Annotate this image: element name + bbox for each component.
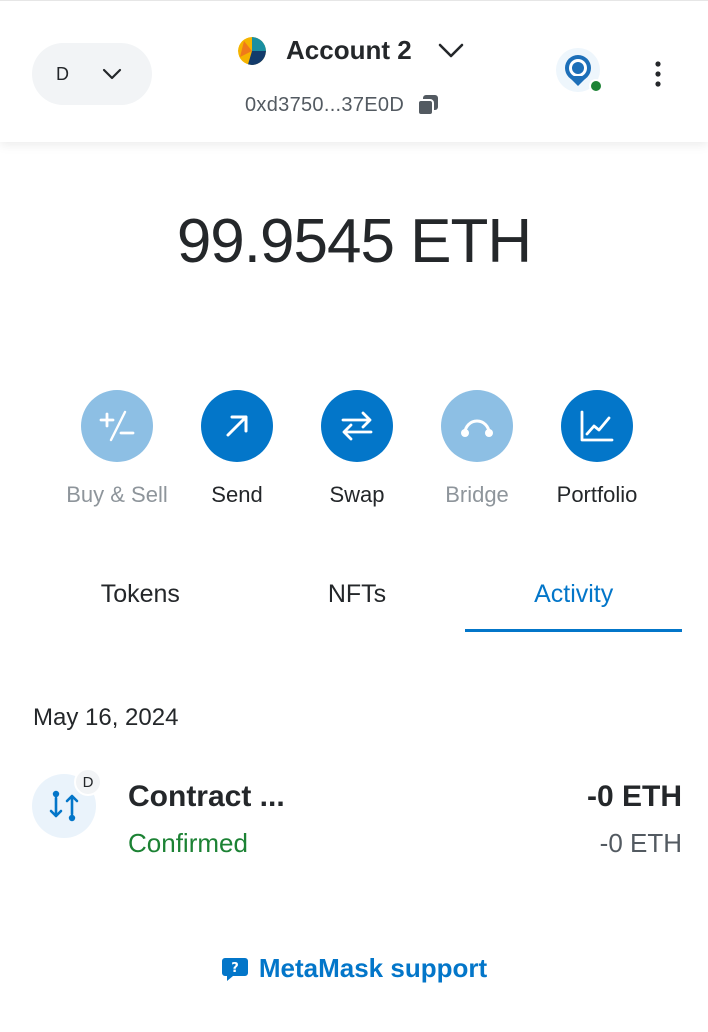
tab-activity[interactable]: Activity	[465, 570, 683, 632]
account-address: 0xd3750...37E0D	[245, 93, 405, 116]
activity-date-header: May 16, 2024	[33, 704, 179, 731]
send-circle	[201, 390, 273, 462]
plus-minus-icon	[99, 410, 135, 442]
bridge-icon	[461, 419, 493, 437]
tab-tokens[interactable]: Tokens	[32, 570, 249, 632]
chevron-down-icon	[102, 68, 122, 80]
buy-sell-circle	[81, 390, 153, 462]
swap-label: Swap	[329, 482, 385, 507]
connected-site-button[interactable]	[554, 48, 604, 98]
metamask-support-link[interactable]: ? MetaMask support	[0, 953, 708, 984]
svg-text:?: ?	[231, 961, 239, 976]
account-picker[interactable]: Account 2	[238, 35, 464, 66]
copy-icon	[417, 95, 439, 116]
portfolio-button[interactable]: Portfolio	[537, 390, 657, 508]
transaction-status: Confirmed	[128, 828, 248, 858]
transaction-title: Contract ...	[128, 780, 285, 813]
balance-display: 99.9545 ETH	[0, 206, 708, 277]
account-name: Account 2	[286, 35, 412, 65]
asset-tabs: Tokens NFTs Activity	[32, 570, 683, 632]
connected-site-icon	[556, 48, 603, 93]
chevron-down-icon	[438, 43, 463, 57]
portfolio-circle	[561, 390, 633, 462]
bridge-circle	[441, 390, 513, 462]
balance-unit: ETH	[410, 207, 532, 276]
app-header: D Account 2 0xd3750...37E0D	[0, 0, 708, 142]
transaction-row[interactable]: D Contract ... Confirmed -0 ETH -0 ETH	[32, 768, 682, 864]
more-menu-button[interactable]	[646, 59, 670, 89]
balance-amount: 99.9545	[176, 207, 395, 276]
wallet-actions: Buy & Sell Send Swap Bridge Portfolio	[57, 390, 657, 508]
chart-icon	[580, 410, 614, 442]
network-picker[interactable]: D	[32, 43, 152, 105]
transaction-network-badge: D	[74, 768, 102, 796]
swap-button[interactable]: Swap	[297, 390, 417, 508]
send-label: Send	[211, 482, 263, 507]
transaction-primary-amount: -0 ETH	[586, 780, 682, 813]
arrow-up-right-icon	[226, 415, 248, 437]
buy-sell-label: Buy & Sell	[66, 482, 168, 507]
tab-nfts[interactable]: NFTs	[249, 570, 466, 632]
portfolio-label: Portfolio	[556, 482, 638, 507]
account-address-copy[interactable]: 0xd3750...37E0D	[245, 93, 440, 117]
buy-sell-button[interactable]: Buy & Sell	[57, 390, 177, 508]
bridge-label: Bridge	[445, 482, 509, 507]
transaction-secondary-amount: -0 ETH	[599, 828, 682, 858]
support-label: MetaMask support	[258, 953, 488, 983]
contract-interaction-icon	[49, 790, 79, 822]
bridge-button[interactable]: Bridge	[417, 390, 537, 508]
kebab-menu-icon	[655, 61, 661, 87]
swap-circle	[321, 390, 393, 462]
network-letter: D	[56, 63, 69, 84]
account-avatar-icon	[238, 36, 266, 65]
swap-arrows-icon	[341, 411, 373, 441]
support-chat-icon: ?	[221, 957, 248, 981]
send-button[interactable]: Send	[177, 390, 297, 508]
